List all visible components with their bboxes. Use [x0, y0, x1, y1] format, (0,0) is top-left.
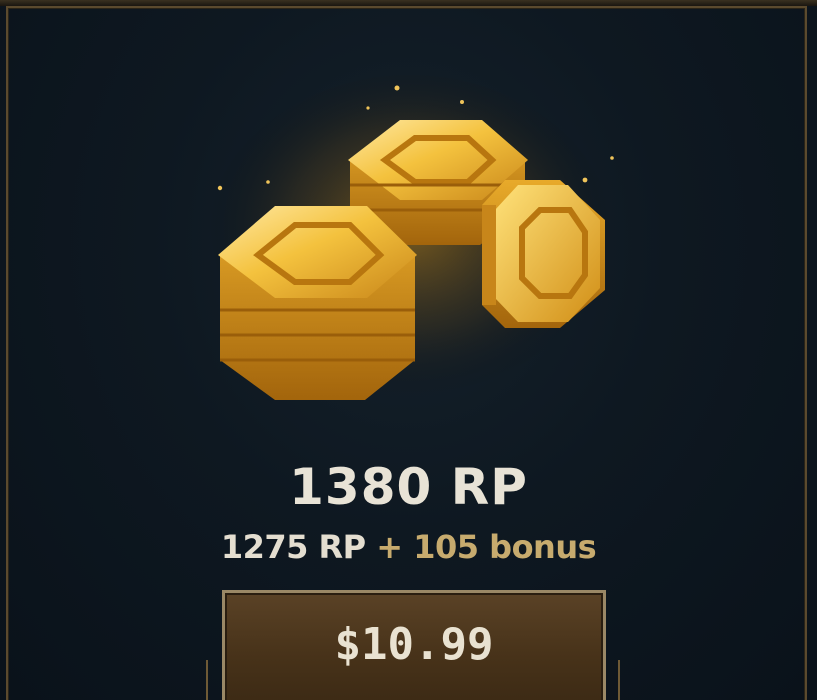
rp-offer-card[interactable]: 1380 RP 1275 RP + 105 bonus $10.99 — [0, 0, 817, 700]
purchase-price-button[interactable]: $10.99 — [222, 590, 606, 700]
rp-bonus-amount: + 105 bonus — [376, 528, 597, 566]
rp-base-amount: 1275 RP — [220, 528, 366, 566]
price-label: $10.99 — [334, 619, 494, 670]
button-left-notch — [206, 660, 208, 700]
button-right-notch — [618, 660, 620, 700]
rp-breakdown: 1275 RP + 105 bonus — [0, 528, 817, 566]
gold-hexagon-coins-icon — [205, 75, 615, 415]
rp-total-amount: 1380 RP — [289, 458, 528, 516]
